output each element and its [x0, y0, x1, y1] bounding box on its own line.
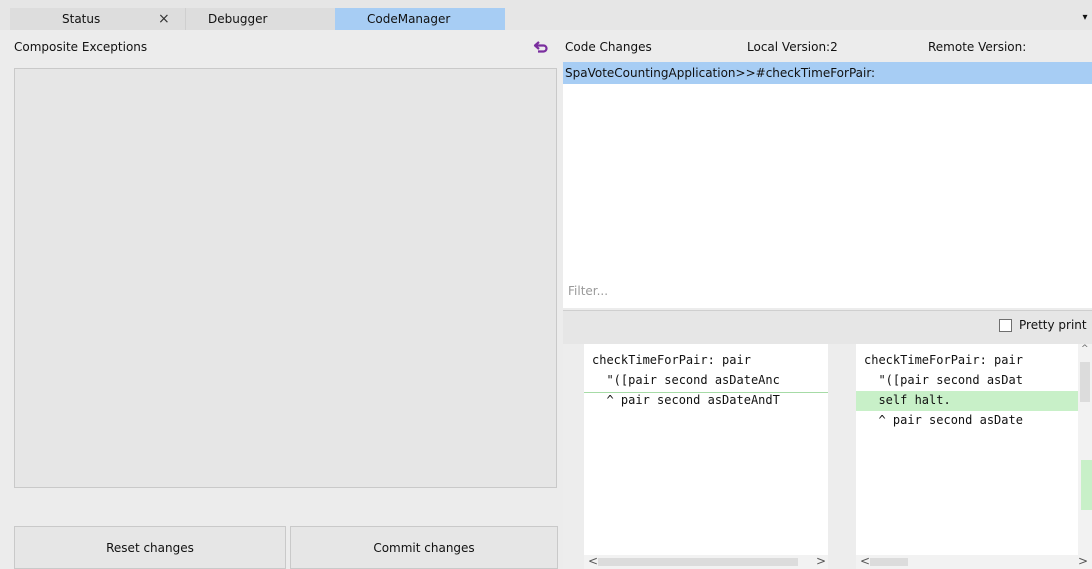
reset-changes-button[interactable]: Reset changes — [14, 526, 286, 569]
composite-exceptions-title: Composite Exceptions — [14, 40, 148, 54]
chevron-left-icon[interactable]: < — [588, 554, 598, 568]
local-version-header: Local Version:2 — [747, 40, 838, 54]
code-line: ^ pair second asDateAndT — [592, 393, 780, 407]
code-line: self halt. — [864, 393, 951, 407]
diff-overview-marker — [1081, 460, 1092, 510]
composite-exceptions-list[interactable] — [14, 68, 557, 488]
chevron-right-icon[interactable]: > — [1078, 554, 1088, 568]
tab-codemanager-label: CodeManager — [367, 12, 451, 26]
code-line: checkTimeForPair: pair — [592, 353, 751, 367]
chevron-up-icon[interactable]: ^ — [1081, 344, 1089, 354]
horizontal-scrollbar[interactable]: < > — [584, 554, 828, 569]
pretty-print-checkbox[interactable] — [999, 319, 1012, 332]
tab-debugger-label: Debugger — [208, 12, 268, 26]
filter-input[interactable]: Filter... — [568, 284, 608, 298]
diff-right-pane[interactable]: checkTimeForPair: pair "([pair second as… — [856, 344, 1078, 569]
tab-status[interactable]: Status × — [10, 8, 185, 30]
diff-toolbar — [563, 310, 1092, 344]
horizontal-scrollbar[interactable]: < > — [856, 554, 1092, 569]
chevron-right-icon[interactable]: > — [816, 554, 826, 568]
chevron-down-icon[interactable]: ▾ — [1078, 12, 1092, 26]
vertical-scrollbar[interactable]: ^ — [1078, 344, 1092, 569]
code-changes-header: Code Changes — [565, 40, 652, 54]
pretty-print-label: Pretty print — [1019, 318, 1087, 332]
tab-debugger[interactable]: Debugger — [185, 8, 335, 30]
tab-status-label: Status — [62, 12, 101, 26]
scrollbar-thumb[interactable] — [1080, 362, 1090, 402]
undo-arrow-icon[interactable] — [533, 39, 549, 55]
commit-changes-button[interactable]: Commit changes — [290, 526, 558, 569]
tab-codemanager[interactable]: CodeManager — [335, 8, 505, 30]
code-line: "([pair second asDateAnc — [592, 373, 780, 387]
code-line: ^ pair second asDate — [864, 413, 1023, 427]
remote-version-header: Remote Version: — [928, 40, 1027, 54]
code-line: "([pair second asDat — [864, 373, 1023, 387]
code-line: checkTimeForPair: pair — [864, 353, 1023, 367]
scrollbar-thumb[interactable] — [870, 558, 908, 566]
scrollbar-thumb[interactable] — [598, 558, 798, 566]
code-changes-list[interactable] — [563, 62, 1092, 308]
chevron-left-icon[interactable]: < — [860, 554, 870, 568]
close-tab-icon[interactable]: × — [158, 11, 170, 27]
diff-left-pane[interactable]: checkTimeForPair: pair "([pair second as… — [584, 344, 828, 569]
list-item[interactable]: SpaVoteCountingApplication>>#checkTimeFo… — [563, 62, 1092, 84]
